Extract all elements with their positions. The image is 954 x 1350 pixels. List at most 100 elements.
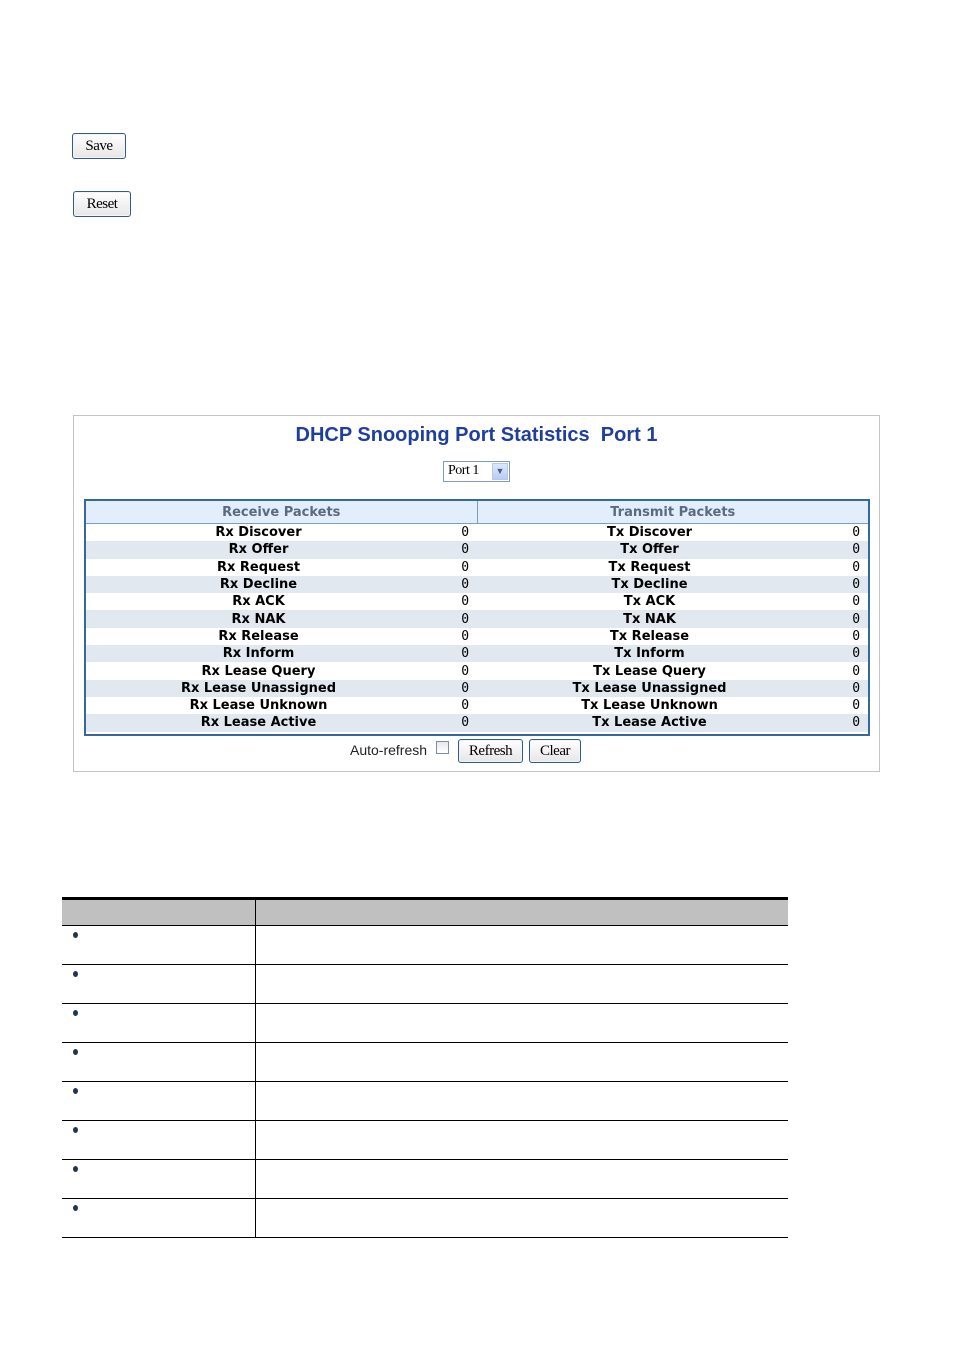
rx-label: Rx Lease Unassigned [86,679,431,697]
stats-row: Rx Request 0 Tx Request 0 [86,559,868,576]
description-table [62,897,788,1238]
description-cell [255,1081,788,1121]
tx-value: 0 [852,663,861,679]
table-row [62,1081,788,1121]
rx-value: 0 [431,541,478,559]
save-button[interactable]: Save [72,133,126,159]
tx-label: Tx Decline [477,575,823,594]
tx-label: Tx Inform [477,645,823,663]
transmit-packets-header: Transmit Packets [477,501,869,524]
bullet-icon [73,1049,78,1055]
auto-refresh-checkbox[interactable] [436,741,449,754]
description-cell [255,1120,788,1160]
tx-value: 0 [822,714,869,732]
dhcp-snooping-statistics-panel: DHCP Snooping Port Statistics Port 1 Por… [73,415,880,772]
stats-row: Rx NAK 0 Tx NAK 0 [86,610,869,628]
tx-value: 0 [852,559,861,575]
table-row [62,1159,788,1199]
reset-button[interactable]: Reset [73,191,131,217]
description-cell [255,1003,788,1043]
page-title: DHCP Snooping Port Statistics Port 1 [295,424,658,446]
port-select-value: Port 1 [448,463,479,478]
object-cell [62,1003,256,1043]
rx-label: Rx Lease Query [201,663,316,679]
description-cell [255,1042,788,1082]
stats-row: Rx Inform 0 Tx Inform 0 [86,645,869,663]
receive-packets-header: Receive Packets [86,501,478,524]
stats-row: Rx Lease Active 0 Tx Lease Active 0 [86,714,869,732]
chevron-down-icon[interactable]: ▼ [492,463,508,480]
rx-value: 0 [461,663,470,679]
bullet-icon [73,1205,78,1211]
tx-value: 0 [822,610,869,628]
bullet-icon [73,971,78,977]
stats-row: Rx Release 0 Tx Release 0 [86,628,868,645]
rx-label: Rx Decline [86,575,431,594]
object-cell [62,1081,256,1121]
description-cell [255,1159,788,1199]
object-cell [62,1120,256,1160]
rx-value: 0 [461,628,470,644]
table-row [62,1120,788,1160]
rx-label: Rx ACK [232,594,285,610]
bullet-icon [73,1127,78,1133]
rx-label: Rx Inform [86,645,431,663]
object-cell [62,964,256,1004]
description-cell [255,925,788,965]
description-cell [255,1198,788,1238]
object-column-header [62,897,256,926]
rx-label: Rx Release [218,628,299,644]
stats-row: Rx ACK 0 Tx ACK 0 [86,593,868,610]
rx-label: Rx Request [216,559,301,575]
rx-value: 0 [431,714,478,732]
rx-value: 0 [431,610,478,628]
tx-value: 0 [822,679,869,697]
stats-row: Rx Decline 0 Tx Decline 0 [86,575,869,594]
stats-row: Rx Offer 0 Tx Offer 0 [86,541,869,559]
refresh-button[interactable]: Refresh [458,739,523,763]
tx-label: Tx Lease Unassigned [477,679,823,697]
rx-value: 0 [461,594,470,610]
port-select[interactable]: Port 1 ▼ [443,461,510,482]
stats-row: Rx Lease Query 0 Tx Lease Query 0 [86,662,868,679]
tx-label: Tx Lease Active [477,714,823,732]
table-row [62,1042,788,1082]
rx-label: Rx Offer [86,541,431,559]
tx-label: Tx Offer [477,541,823,559]
tx-label: Tx ACK [623,594,676,610]
statistics-table: Receive Packets Transmit Packets Rx Disc… [84,499,870,736]
tx-label: Tx Lease Query [593,663,706,679]
stats-row: Rx Lease Unassigned 0 Tx Lease Unassigned 0 [86,679,869,697]
object-cell [62,1159,256,1199]
tx-label: Tx Release [609,628,690,644]
tx-value: 0 [822,575,869,594]
bullet-icon [73,932,78,938]
object-cell [62,1042,256,1082]
table-row [62,1198,788,1238]
tx-value: 0 [822,645,869,663]
tx-value: 0 [852,594,861,610]
rx-label: Rx Lease Unknown [189,698,328,714]
object-cell [62,1198,256,1238]
table-row [62,1003,788,1043]
table-row [62,964,788,1004]
auto-refresh-label: Auto-refresh [350,742,428,758]
bullet-icon [73,1088,78,1094]
tx-value: 0 [822,541,869,559]
rx-label: Rx Lease Active [86,714,431,732]
rx-value: 0 [461,698,470,714]
description-column-header [255,897,788,926]
rx-value: 0 [431,645,478,663]
object-cell [62,925,256,965]
rx-label: Rx NAK [86,610,431,628]
tx-label: Tx Lease Unknown [581,698,718,714]
description-cell [255,964,788,1004]
tx-value: 0 [852,628,861,644]
table-row [62,925,788,965]
bullet-icon [73,1166,78,1172]
stats-row: Rx Discover 0 Tx Discover 0 [86,524,868,542]
rx-value: 0 [431,679,478,697]
bullet-icon [73,1010,78,1016]
tx-value: 0 [852,698,861,714]
clear-button[interactable]: Clear [529,739,581,763]
